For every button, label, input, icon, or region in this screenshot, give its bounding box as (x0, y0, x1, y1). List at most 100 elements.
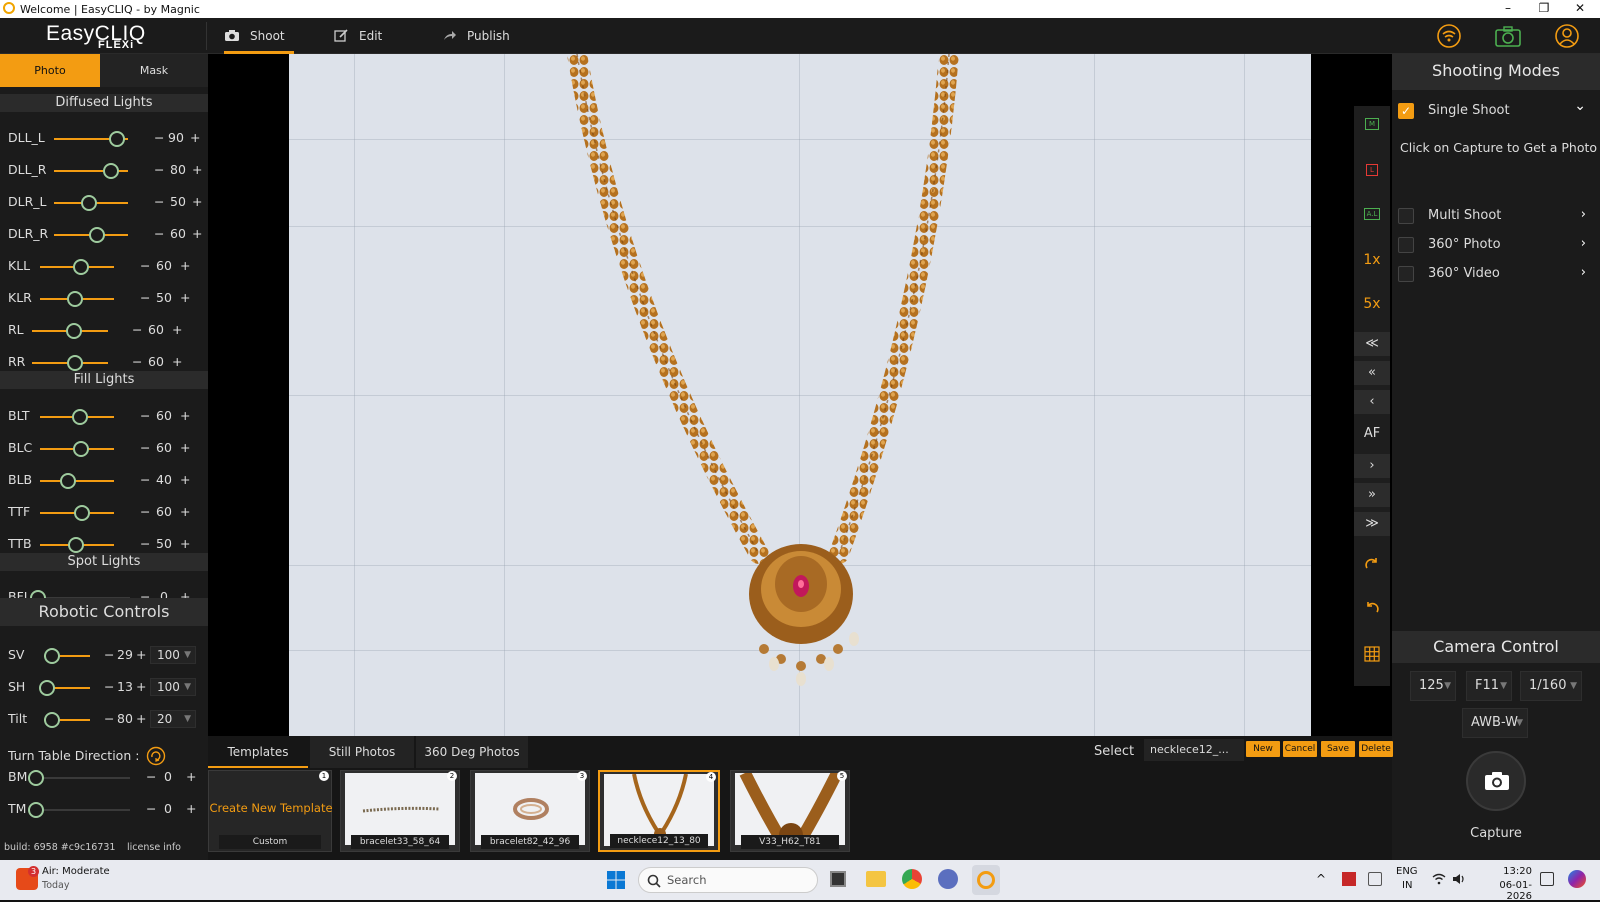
decrement-button[interactable]: − (146, 801, 156, 816)
increment-button[interactable]: + (136, 711, 146, 726)
chevron-right-icon[interactable]: › (1581, 265, 1586, 280)
tool-m[interactable]: M (1354, 112, 1390, 136)
weather-status[interactable]: Air: Moderate (42, 866, 110, 877)
360-photo-checkbox[interactable] (1398, 237, 1414, 253)
increment-button[interactable]: + (180, 472, 190, 487)
speed-select[interactable]: 20 ▼ (150, 710, 196, 728)
decrement-button[interactable]: − (104, 679, 114, 694)
minimize-button[interactable]: – (1490, 0, 1526, 18)
tool-l[interactable]: L (1354, 158, 1390, 182)
increment-button[interactable]: + (192, 226, 202, 241)
tab-mask[interactable]: Mask (100, 54, 208, 87)
aperture-select[interactable]: F11 ▼ (1466, 671, 1512, 701)
slider-handle[interactable] (28, 802, 44, 818)
increment-button[interactable]: + (172, 322, 182, 337)
increment-button[interactable]: + (172, 354, 182, 369)
cancel-button[interactable]: Cancel (1283, 741, 1317, 757)
slider-handle[interactable] (73, 259, 89, 275)
slider-handle[interactable] (66, 323, 82, 339)
decrement-button[interactable]: − (140, 472, 150, 487)
decrement-button[interactable]: − (154, 194, 164, 209)
focus-near-medium-button[interactable]: » (1354, 483, 1390, 507)
chevron-right-icon[interactable]: › (1581, 236, 1586, 251)
white-balance-select[interactable]: AWB-W ▼ (1462, 708, 1528, 738)
slider-handle[interactable] (68, 537, 84, 553)
slider-handle[interactable] (39, 680, 55, 696)
decrement-button[interactable]: − (132, 354, 142, 369)
tab-shoot[interactable]: Shoot (224, 18, 294, 54)
increment-button[interactable]: + (180, 440, 190, 455)
increment-button[interactable]: + (192, 194, 202, 209)
autofocus-button[interactable]: AF (1354, 422, 1390, 446)
decrement-button[interactable]: − (140, 440, 150, 455)
task-view-icon[interactable] (830, 871, 846, 887)
increment-button[interactable]: + (180, 536, 190, 551)
increment-button[interactable]: + (136, 647, 146, 662)
slider-handle[interactable] (81, 195, 97, 211)
tray-app-icon[interactable] (1342, 872, 1356, 886)
wifi-icon[interactable] (1437, 24, 1461, 48)
tab-photo[interactable]: Photo (0, 54, 100, 87)
decrement-button[interactable]: − (154, 162, 164, 177)
volume-icon[interactable] (1452, 872, 1466, 886)
template-thumb-3-selected[interactable]: necklece12_13_80 4 (598, 770, 720, 852)
motor-slider-bm[interactable] (40, 777, 130, 779)
slider-handle[interactable] (67, 291, 83, 307)
decrement-button[interactable]: − (104, 647, 114, 662)
notification-icon[interactable] (1540, 872, 1554, 886)
increment-button[interactable]: + (180, 504, 190, 519)
decrement-button[interactable]: − (140, 536, 150, 551)
clock-time[interactable]: 13:20 (1484, 866, 1532, 877)
motor-slider-tm[interactable] (40, 809, 130, 811)
increment-button[interactable]: + (180, 258, 190, 273)
slider-handle[interactable] (89, 227, 105, 243)
tab-templates[interactable]: Templates (208, 736, 308, 768)
increment-button[interactable]: + (180, 408, 190, 423)
template-thumb-2[interactable]: bracelet82_42_96 3 (470, 770, 590, 852)
undo-button[interactable] (1354, 596, 1390, 620)
chevron-right-icon[interactable]: › (1581, 207, 1586, 222)
tab-publish[interactable]: Publish (443, 18, 533, 54)
speed-select[interactable]: 100 ▼ (150, 678, 196, 696)
mode-360-photo[interactable]: 360° Photo › (1392, 234, 1600, 256)
focus-near-fast-button[interactable]: ≫ (1354, 512, 1390, 536)
slider-handle[interactable] (67, 355, 83, 371)
capture-button[interactable] (1466, 751, 1526, 811)
zoom-1x-button[interactable]: 1x (1354, 248, 1390, 272)
tab-still-photos[interactable]: Still Photos (310, 736, 414, 768)
decrement-button[interactable]: − (140, 258, 150, 273)
decrement-button[interactable]: − (140, 504, 150, 519)
grid-toggle-button[interactable] (1354, 642, 1390, 666)
template-thumb-4[interactable]: V33_H62_T81 5 (730, 770, 850, 852)
easycliq-taskbar-icon[interactable] (972, 865, 1000, 895)
focus-far-fast-button[interactable]: ≪ (1354, 332, 1390, 356)
mode-multi-shoot[interactable]: Multi Shoot › (1392, 205, 1600, 227)
windows-start-icon[interactable] (606, 870, 626, 890)
tab-edit[interactable]: Edit (334, 18, 404, 54)
shutter-select[interactable]: 1/160 ▼ (1520, 671, 1582, 701)
chrome-icon[interactable] (902, 869, 922, 889)
decrement-button[interactable]: − (146, 769, 156, 784)
new-button[interactable]: New (1246, 741, 1280, 757)
mode-single-shoot[interactable]: ✓ Single Shoot ⌄ (1392, 98, 1600, 122)
template-thumb-1[interactable]: bracelet33_58_64 2 (340, 770, 460, 852)
slider-handle[interactable] (73, 441, 89, 457)
decrement-button[interactable]: − (140, 290, 150, 305)
create-template-card[interactable]: Create New Template Custom 1 (208, 770, 333, 852)
fill-light-slider-blb[interactable] (40, 480, 114, 482)
increment-button[interactable]: + (186, 769, 196, 784)
slider-handle[interactable] (103, 163, 119, 179)
decrement-button[interactable]: − (132, 322, 142, 337)
dns-app-icon[interactable] (938, 869, 958, 889)
decrement-button[interactable]: − (140, 408, 150, 423)
slider-handle[interactable] (44, 648, 60, 664)
save-button[interactable]: Save (1321, 741, 1355, 757)
increment-button[interactable]: + (180, 290, 190, 305)
file-explorer-icon[interactable] (866, 871, 886, 887)
iso-select[interactable]: 125 ▼ (1410, 671, 1456, 701)
slider-handle[interactable] (28, 770, 44, 786)
focus-far-medium-button[interactable]: « (1354, 361, 1390, 385)
wifi-tray-icon[interactable] (1432, 873, 1446, 885)
mode-360-video[interactable]: 360° Video › (1392, 263, 1600, 285)
tab-360-deg-photos[interactable]: 360 Deg Photos (416, 736, 528, 768)
